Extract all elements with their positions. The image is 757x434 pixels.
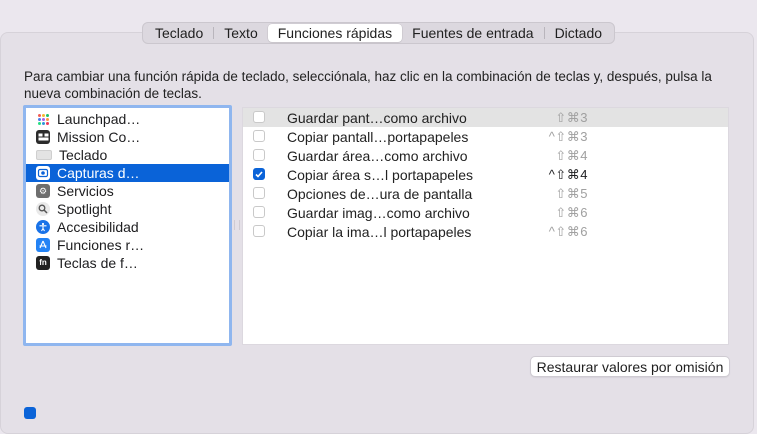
- category-item-launchpad[interactable]: Launchpad…: [26, 110, 229, 128]
- category-label: Mission Co…: [57, 129, 141, 145]
- gear-icon: ⚙: [36, 184, 50, 198]
- category-label: Funciones r…: [57, 237, 145, 253]
- category-item-services[interactable]: ⚙ Servicios: [26, 182, 229, 200]
- category-label: Teclas de f…: [57, 255, 138, 271]
- category-label: Spotlight: [57, 201, 112, 217]
- category-item-app-shortcuts[interactable]: Funciones r…: [26, 236, 229, 254]
- tab-fuentes-de-entrada[interactable]: Fuentes de entrada: [402, 24, 543, 42]
- splitter-handle[interactable]: [234, 220, 240, 230]
- app-store-icon: [36, 238, 50, 252]
- shortcut-checkbox[interactable]: [253, 206, 265, 218]
- shortcut-row[interactable]: Opciones de…ura de pantalla ⇧⌘5: [243, 184, 728, 203]
- shortcut-checkbox[interactable]: [253, 187, 265, 199]
- category-item-function-keys[interactable]: fn Teclas de f…: [26, 254, 229, 272]
- checkmark-icon: [255, 170, 263, 178]
- spotlight-icon: [36, 202, 50, 216]
- category-item-screenshots[interactable]: Capturas d…: [26, 164, 229, 182]
- category-label: Capturas d…: [57, 165, 140, 181]
- shortcut-label: Copiar pantall…portapapeles: [287, 128, 469, 145]
- shortcut-list[interactable]: Guardar pant…como archivo ⇧⌘3 Copiar pan…: [242, 107, 729, 345]
- tab-teclado[interactable]: Teclado: [145, 24, 213, 42]
- shortcut-row[interactable]: Copiar pantall…portapapeles ^⇧⌘3: [243, 127, 728, 146]
- launchpad-icon: [36, 112, 50, 126]
- shortcut-label: Copiar área s…l portapapeles: [287, 166, 473, 183]
- shortcut-keys[interactable]: ^⇧⌘3: [549, 129, 588, 145]
- shortcut-keys[interactable]: ⇧⌘4: [555, 148, 588, 164]
- shortcut-row[interactable]: Guardar pant…como archivo ⇧⌘3: [243, 108, 728, 127]
- shortcut-keys[interactable]: ^⇧⌘6: [549, 224, 588, 240]
- shortcut-row[interactable]: Copiar la ima…l portapapeles ^⇧⌘6: [243, 222, 728, 241]
- shortcut-keys[interactable]: ⇧⌘5: [555, 186, 588, 202]
- shortcut-checkbox[interactable]: [253, 130, 265, 142]
- tab-funciones-rapidas[interactable]: Funciones rápidas: [267, 24, 403, 42]
- shortcut-checkbox[interactable]: [253, 111, 265, 123]
- tab-texto[interactable]: Texto: [214, 24, 267, 42]
- accessibility-icon: [36, 220, 50, 234]
- keyboard-navigation-checkbox[interactable]: [24, 407, 36, 419]
- tab-bar: Teclado Texto Funciones rápidas Fuentes …: [142, 22, 616, 44]
- category-item-spotlight[interactable]: Spotlight: [26, 200, 229, 218]
- category-item-keyboard[interactable]: Teclado: [26, 146, 229, 164]
- restore-defaults-button[interactable]: Restaurar valores por omisión: [530, 356, 730, 377]
- fn-key-icon: fn: [36, 256, 50, 270]
- tab-dictado[interactable]: Dictado: [545, 24, 612, 42]
- category-label: Launchpad…: [57, 111, 141, 127]
- shortcut-keys[interactable]: ⇧⌘6: [555, 205, 588, 221]
- category-label: Servicios: [57, 183, 114, 199]
- category-item-accessibility[interactable]: Accesibilidad: [26, 218, 229, 236]
- keyboard-icon: [36, 150, 52, 160]
- mission-control-icon: [36, 130, 50, 144]
- shortcut-label: Guardar pant…como archivo: [287, 109, 467, 126]
- shortcut-label: Copiar la ima…l portapapeles: [287, 223, 472, 240]
- category-label: Teclado: [59, 147, 108, 163]
- category-list[interactable]: Launchpad… Mission Co… Teclado Capturas …: [23, 105, 232, 346]
- shortcut-row[interactable]: Copiar área s…l portapapeles ^⇧⌘4: [243, 165, 728, 184]
- shortcut-checkbox[interactable]: [253, 149, 265, 161]
- shortcut-label: Guardar área…como archivo: [287, 147, 468, 164]
- shortcut-row[interactable]: Guardar imag…como archivo ⇧⌘6: [243, 203, 728, 222]
- category-label: Accesibilidad: [57, 219, 139, 235]
- shortcut-checkbox[interactable]: [253, 225, 265, 237]
- shortcut-keys[interactable]: ⇧⌘3: [555, 110, 588, 126]
- shortcut-checkbox[interactable]: [253, 168, 265, 180]
- shortcut-row[interactable]: Guardar área…como archivo ⇧⌘4: [243, 146, 728, 165]
- category-item-mission-control[interactable]: Mission Co…: [26, 128, 229, 146]
- shortcut-label: Guardar imag…como archivo: [287, 204, 470, 221]
- instructions-text: Para cambiar una función rápida de tecla…: [24, 69, 712, 101]
- shortcut-keys[interactable]: ^⇧⌘4: [549, 167, 588, 183]
- shortcut-label: Opciones de…ura de pantalla: [287, 185, 473, 202]
- screenshot-icon: [36, 166, 50, 180]
